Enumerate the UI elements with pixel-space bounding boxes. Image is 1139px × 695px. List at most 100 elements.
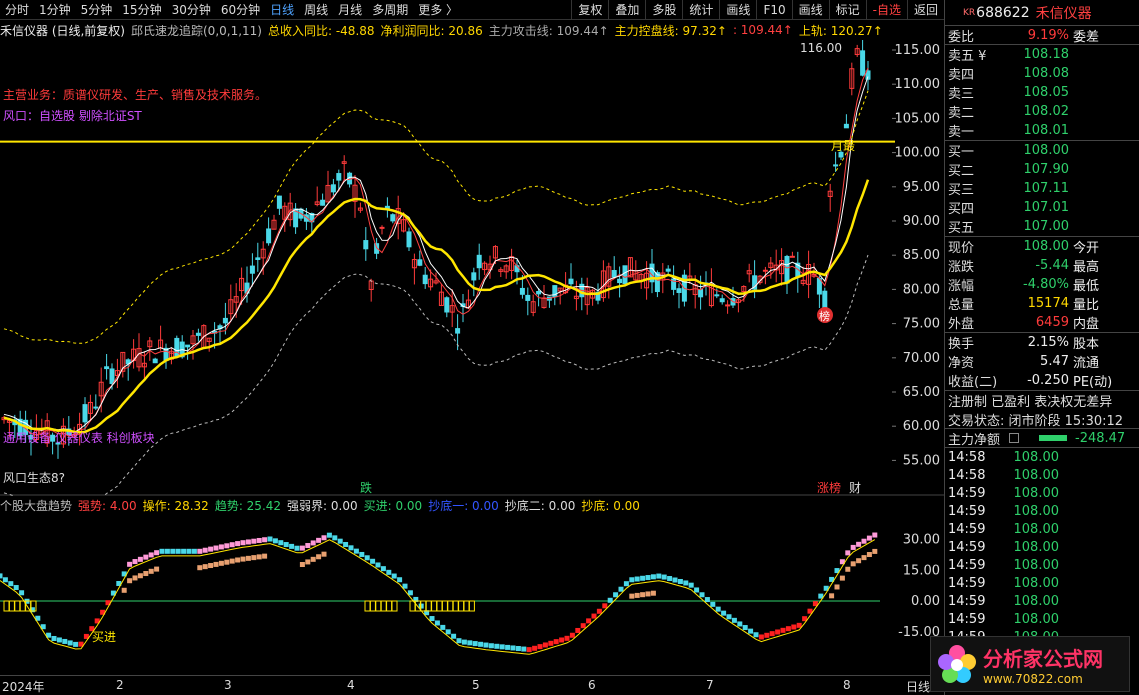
tick-time: 14:58 bbox=[948, 449, 986, 465]
price-axis-label: 105.00 bbox=[895, 111, 941, 126]
candlestick-chart[interactable]: 115.00 110.00 105.00 100.00 95.00 90.00 85.00 8… bbox=[0, 40, 944, 496]
toolbar-button[interactable]: 返回 bbox=[906, 0, 944, 20]
period-tab[interactable]: 1分钟 bbox=[34, 1, 76, 18]
tick-row: 14:58 108.00 bbox=[945, 448, 1139, 466]
logo-url: www.70822.com bbox=[983, 671, 1083, 686]
bottom-box bbox=[364, 600, 371, 612]
period-tab[interactable]: 日线 bbox=[265, 1, 299, 18]
tick-row: 14:59 108.00 bbox=[945, 610, 1139, 628]
tick-price: 108.00 bbox=[1013, 521, 1060, 537]
flower-logo-icon bbox=[938, 645, 976, 683]
trend-shadow-block bbox=[137, 573, 143, 579]
trend-block bbox=[283, 542, 289, 548]
period-tab[interactable]: 更多 〉 bbox=[413, 1, 463, 18]
trend-shadow-block bbox=[845, 566, 851, 572]
trend-block bbox=[542, 642, 548, 648]
tick-row: 14:59 108.00 bbox=[945, 538, 1139, 556]
toolbar-button[interactable]: 统计 bbox=[682, 0, 719, 20]
trend-block bbox=[229, 542, 235, 548]
toolbar-button[interactable]: 复权 bbox=[571, 0, 608, 20]
list-icon[interactable] bbox=[1009, 433, 1019, 443]
ask-row-value: 108.02 bbox=[1023, 104, 1070, 119]
trend-shadow-block bbox=[634, 592, 640, 598]
candle-body bbox=[330, 184, 336, 193]
period-tab[interactable]: 分时 bbox=[0, 1, 34, 18]
trend-block bbox=[775, 629, 781, 635]
bottom-box bbox=[375, 600, 382, 612]
indicator-info-line: 禾信仪器 (日线,前复权) 邱氏速龙追踪(0,0,1,11) 总收入同比: -4… bbox=[0, 21, 944, 39]
price-axis-label: 75.00 bbox=[903, 317, 940, 332]
price-axis-label: 60.00 bbox=[903, 419, 940, 434]
stat-row-value: 15174 bbox=[1027, 296, 1069, 311]
toolbar-button[interactable]: 多股 bbox=[645, 0, 682, 20]
ask-row: 卖三 108.05 bbox=[945, 83, 1139, 102]
tick-time: 14:59 bbox=[948, 557, 986, 573]
candle-body bbox=[195, 332, 201, 336]
candle-body bbox=[363, 240, 369, 250]
bid-row-label: 买二 bbox=[948, 164, 975, 179]
toolbar-button[interactable]: 画线 bbox=[719, 0, 756, 20]
trend-block bbox=[559, 637, 565, 643]
tick-time: 14:59 bbox=[948, 521, 986, 537]
trend-shadow-block bbox=[861, 555, 867, 561]
tick-row: 14:59 108.00 bbox=[945, 592, 1139, 610]
stat-row-label: 涨跌 bbox=[948, 260, 975, 275]
period-tab[interactable]: 周线 bbox=[299, 1, 333, 18]
candle-body bbox=[611, 270, 617, 278]
share-row-label2: 股本 bbox=[1073, 337, 1100, 352]
bid-row: 买二 107.90 bbox=[945, 160, 1139, 179]
trend-block bbox=[353, 548, 359, 554]
toolbar-button[interactable]: -自选 bbox=[865, 0, 907, 20]
tick-time: 14:59 bbox=[948, 485, 986, 501]
trend-block bbox=[769, 631, 775, 637]
trend-block bbox=[218, 544, 224, 550]
candle-body bbox=[698, 289, 704, 298]
toolbar-button[interactable]: F10 bbox=[756, 0, 791, 20]
period-tab[interactable]: 15分钟 bbox=[117, 1, 166, 18]
candle-body bbox=[406, 231, 412, 248]
period-tab[interactable]: 60分钟 bbox=[216, 1, 265, 18]
trend-block bbox=[197, 548, 203, 554]
ask-row-label: 卖五 ¥ bbox=[948, 49, 987, 64]
trend-shadow-block bbox=[829, 593, 835, 599]
stat-row-value: -5.44 bbox=[1035, 258, 1069, 273]
trend-block bbox=[278, 540, 284, 546]
candle-body bbox=[622, 265, 628, 284]
trend-block bbox=[510, 645, 516, 651]
trend-block bbox=[343, 541, 349, 547]
trend-block bbox=[850, 544, 856, 550]
trend-shadow-block bbox=[645, 591, 651, 597]
toolbar-button[interactable]: 标记 bbox=[828, 0, 866, 20]
ask-book: 卖五 ¥ 108.18 卖四 108.08 卖三 108.05 卖二 108.02 卖一 108.… bbox=[945, 45, 1139, 141]
tick-time: 14:59 bbox=[948, 539, 986, 555]
tick-time: 14:59 bbox=[948, 611, 986, 627]
ask-row: 卖一 108.01 bbox=[945, 121, 1139, 140]
trend-block bbox=[553, 639, 559, 645]
main-net-row[interactable]: 主力净额 -248.47 bbox=[945, 429, 1139, 448]
bid-row-value: 107.11 bbox=[1023, 181, 1070, 196]
period-tab[interactable]: 30分钟 bbox=[167, 1, 216, 18]
trend-block bbox=[170, 548, 176, 554]
stat-row: 涨幅 -4.80% 最低 bbox=[945, 275, 1139, 294]
trend-block bbox=[478, 641, 484, 647]
indicator-chart[interactable]: 30.0015.000.00-15.00买进 bbox=[0, 496, 944, 675]
stat-row-value: 6459 bbox=[1035, 315, 1069, 330]
period-tab[interactable]: 多周期 bbox=[367, 1, 413, 18]
trend-block bbox=[62, 638, 68, 644]
bottom-left-label: 风口生态8? bbox=[3, 471, 65, 485]
indicator-name[interactable]: 邱氏速龙追踪(0,0,1,11) bbox=[131, 22, 262, 39]
toolbar-button[interactable]: 画线 bbox=[791, 0, 829, 20]
toolbar-button[interactable]: 叠加 bbox=[608, 0, 645, 20]
stat-row-label2: 内盘 bbox=[1073, 317, 1100, 332]
period-tab[interactable]: 5分钟 bbox=[76, 1, 118, 18]
trend-block bbox=[305, 543, 311, 549]
candle-body bbox=[390, 214, 396, 222]
ask-row-label: 卖四 bbox=[948, 68, 975, 83]
period-tab[interactable]: 月线 bbox=[333, 1, 367, 18]
trend-block bbox=[451, 633, 457, 639]
stat-row: 涨跌 -5.44 最高 bbox=[945, 256, 1139, 275]
tick-row: 14:59 108.00 bbox=[945, 556, 1139, 574]
trend-block bbox=[73, 641, 79, 647]
trend-block bbox=[607, 597, 613, 603]
trend-block bbox=[321, 535, 327, 541]
